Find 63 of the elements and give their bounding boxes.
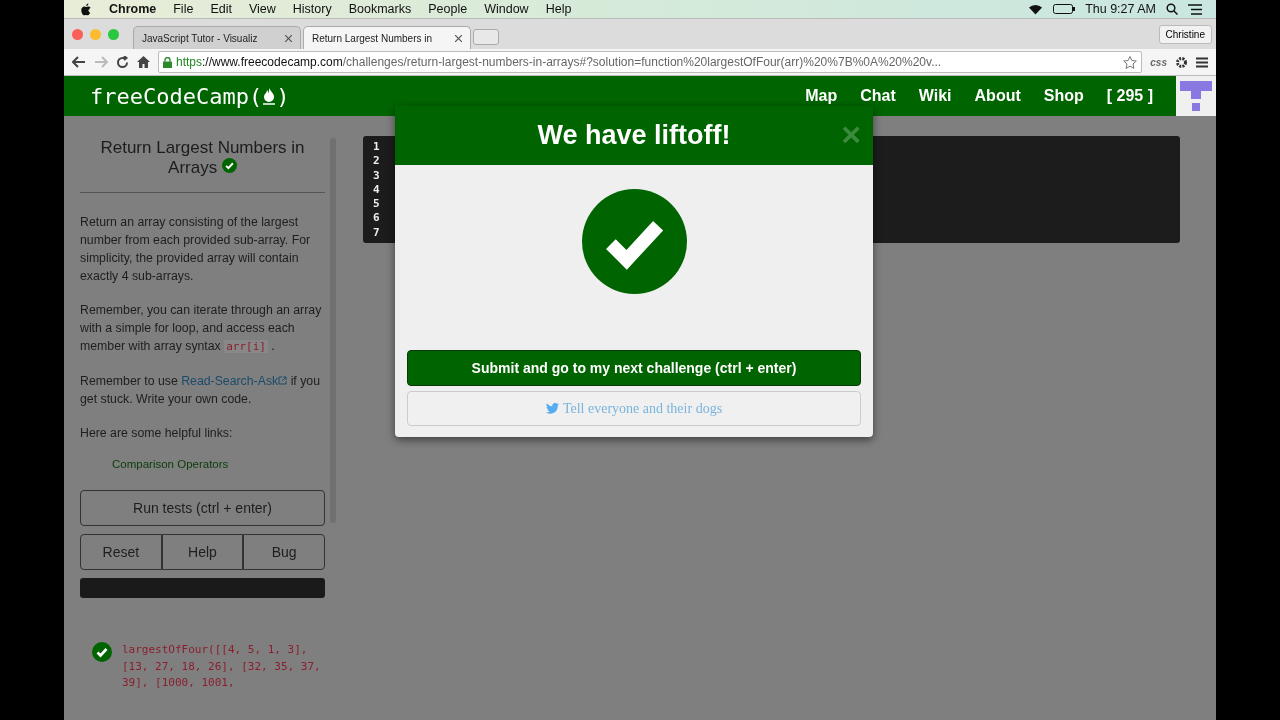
- extension-button[interactable]: css: [1150, 56, 1167, 68]
- nav-link[interactable]: Map: [805, 87, 838, 105]
- site-logo[interactable]: freeCodeCamp(: [90, 83, 263, 109]
- line-number: 5: [373, 197, 381, 212]
- close-icon[interactable]: [455, 34, 462, 42]
- pass-icon: [92, 642, 112, 662]
- menu-icon[interactable]: [1196, 56, 1208, 68]
- clock[interactable]: Thu 9:27 AM: [1085, 2, 1156, 16]
- action-button[interactable]: Help: [161, 534, 244, 570]
- nav-link[interactable]: Chat: [860, 87, 896, 105]
- instruction-text: Return an array consisting of the largest number from each provided sub-array. For simplicity, the provided array will contain exactly 4 sub-arrays.: [80, 214, 312, 285]
- browser-tab[interactable]: JavaScript Tutor - Visualiz: [133, 26, 301, 49]
- search-icon[interactable]: [1166, 3, 1178, 15]
- test-code: largestOfFour([[4, 5, 1, 3], [13, 27, 18, 26], [32, 35, 37, 39], [1000, 1001,: [122, 642, 322, 691]
- star-icon[interactable]: [1123, 55, 1138, 69]
- nav-link[interactable]: Wiki: [918, 87, 952, 105]
- menu-item[interactable]: Help: [545, 2, 572, 16]
- completed-icon: [221, 158, 237, 173]
- line-number: 6: [373, 211, 381, 226]
- menu-item[interactable]: People: [428, 2, 468, 16]
- bird-icon: [545, 403, 559, 414]
- reload-icon[interactable]: [116, 55, 129, 69]
- instruction-text: Here are some helpful links:: [80, 425, 234, 442]
- settings-icon[interactable]: [1175, 55, 1188, 69]
- points-link[interactable]: [ 295 ]: [1106, 87, 1153, 105]
- menu-item[interactable]: Edit: [210, 2, 232, 16]
- menu-item[interactable]: File: [173, 2, 194, 16]
- line-number: 1: [373, 140, 381, 155]
- action-button[interactable]: Reset: [80, 534, 162, 570]
- lock-icon: [163, 56, 172, 68]
- avatar[interactable]: [1176, 76, 1216, 116]
- browser-tab[interactable]: Return Largest Numbers in: [303, 26, 471, 49]
- close-icon[interactable]: [285, 34, 292, 42]
- apple-icon[interactable]: [80, 2, 92, 16]
- line-number: 4: [373, 182, 381, 198]
- dialog-title: We have liftoff!: [537, 120, 731, 151]
- flame-icon: [262, 86, 277, 106]
- battery-icon[interactable]: [1053, 4, 1076, 14]
- menu-item[interactable]: Bookmarks: [348, 2, 412, 16]
- line-number: 3: [373, 168, 381, 183]
- nav-link[interactable]: Shop: [1043, 87, 1084, 105]
- line-number: 2: [373, 154, 381, 169]
- nav-link[interactable]: About: [974, 87, 1021, 105]
- menu-item[interactable]: Window: [484, 2, 529, 16]
- back-icon[interactable]: [72, 56, 86, 68]
- line-number: 7: [373, 225, 381, 241]
- success-check-icon: [581, 189, 687, 294]
- instruction-text: Remember, you can iterate through an array with a simple for loop, and access each member with array syntax arr[i] .: [80, 302, 323, 355]
- list-icon[interactable]: [1188, 3, 1202, 15]
- menu-item[interactable]: View: [248, 2, 276, 16]
- menu-item[interactable]: History: [292, 2, 332, 16]
- wifi-icon[interactable]: [1028, 3, 1044, 15]
- profile-button[interactable]: Christine: [1158, 24, 1212, 44]
- challenge-title: Return Largest Numbers in Arrays: [80, 138, 325, 193]
- action-button[interactable]: Bug: [243, 534, 325, 570]
- app-menu[interactable]: Chrome: [109, 2, 157, 16]
- run-tests-button[interactable]: Run tests (ctrl + enter): [80, 490, 325, 526]
- home-icon[interactable]: [137, 56, 150, 68]
- site-logo-end: ): [276, 83, 290, 109]
- external-link-icon: [278, 376, 288, 385]
- instruction-text: Remember to use Read-Search-Ask if you get stuck. Write your own code.: [80, 373, 322, 408]
- submit-button[interactable]: Submit and go to my next challenge (ctrl + enter): [407, 350, 861, 386]
- address-bar[interactable]: https://www.freecodecamp.com/challenges/return-largest-numbers-in-arrays#?solution=function%20largestOfFour(arr)%20%7B%0A%20%20v...: [158, 51, 1143, 73]
